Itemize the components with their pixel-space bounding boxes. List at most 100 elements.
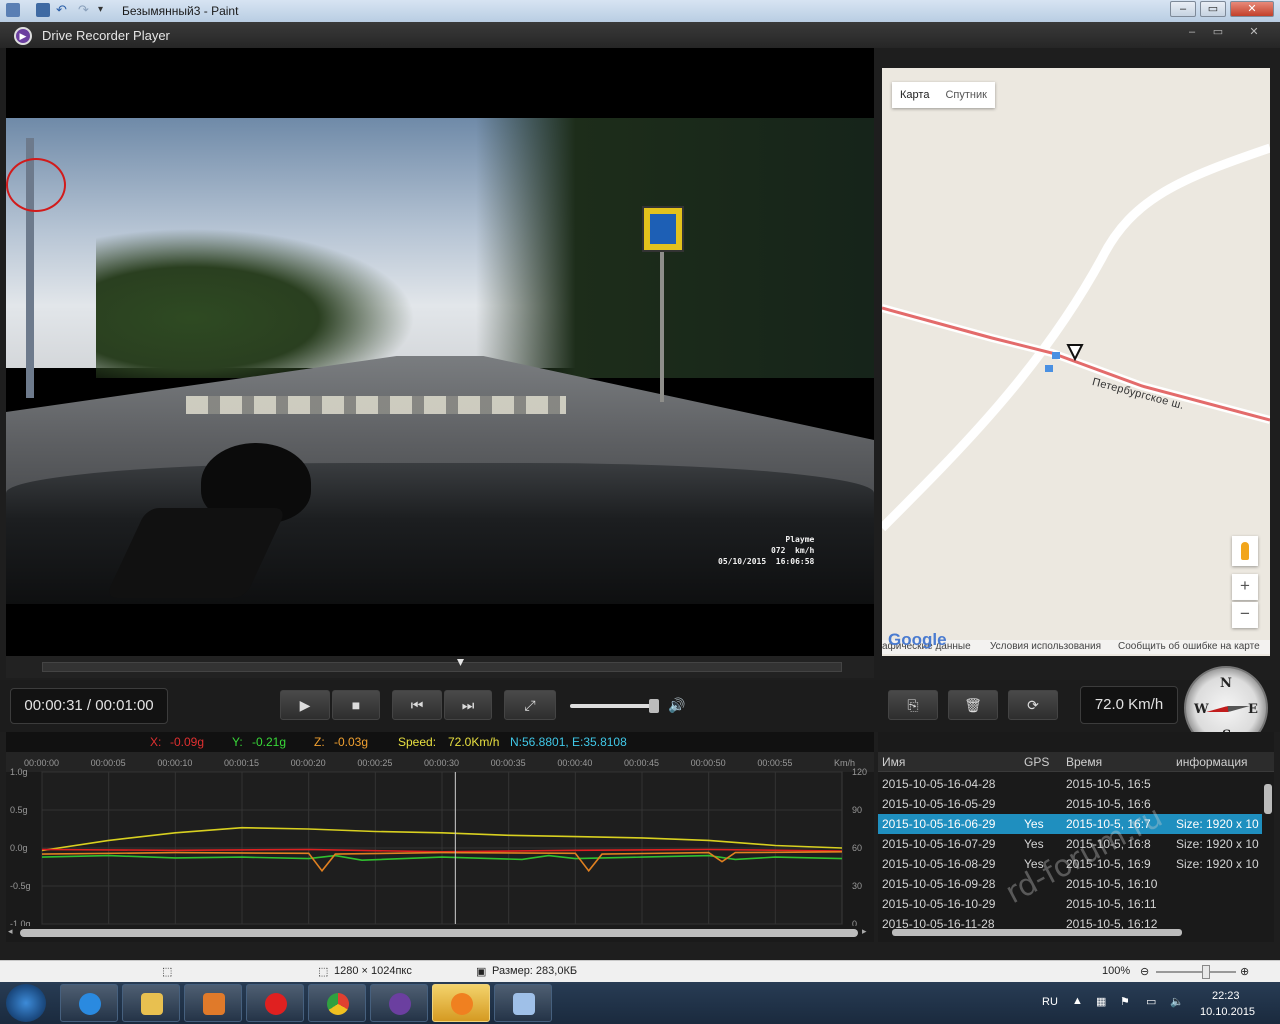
folder-icon — [141, 993, 163, 1015]
volume-knob[interactable] — [649, 699, 659, 713]
taskbar-weather[interactable] — [432, 984, 490, 1022]
file-name: 2015-10-05-16-06-29 — [882, 817, 996, 831]
file-row[interactable]: 2015-10-05-16-04-28 2015-10-5, 16:5 — [878, 774, 1262, 794]
export-icon: ⎘ — [907, 697, 919, 713]
osd-speed: 072 km/h — [770, 546, 815, 555]
compass-needle-icon — [1206, 703, 1250, 715]
clock-time[interactable]: 22:23 — [1212, 990, 1240, 1002]
language-indicator[interactable]: RU — [1042, 996, 1058, 1008]
file-list-vscroll[interactable] — [1262, 772, 1274, 922]
stop-button[interactable]: ■ — [332, 690, 380, 720]
map-view[interactable]: Петербургское ш. Карта Спутник + − афиче… — [882, 68, 1270, 656]
redo-icon[interactable]: ↷ — [78, 3, 92, 17]
app-maximize-button[interactable]: ▭ — [1208, 25, 1228, 39]
paint-maximize-button[interactable]: ▭ — [1200, 1, 1226, 17]
chart-x-tick: 00:00:10 — [157, 758, 192, 768]
taskbar-media-player[interactable] — [184, 984, 242, 1022]
flag-icon[interactable]: ⚑ — [1120, 995, 1130, 1008]
tab-satellite[interactable]: Спутник — [937, 82, 994, 108]
taskbar-chrome[interactable] — [308, 984, 366, 1022]
play-button[interactable]: ▶ — [280, 690, 330, 720]
taskbar-drive-recorder[interactable] — [370, 984, 428, 1022]
app-minimize-button[interactable]: – — [1182, 25, 1202, 39]
file-list: Имя GPS Время информация 2015-10-05-16-0… — [878, 732, 1274, 942]
chart-x-tick: 00:00:50 — [691, 758, 726, 768]
zoom-level: 100% — [1102, 965, 1131, 977]
sensor-speed-label: Speed: — [398, 735, 437, 749]
file-list-vscroll-thumb[interactable] — [1264, 784, 1272, 814]
tray-expand-icon[interactable]: ▲ — [1072, 995, 1083, 1007]
chart-scrollbar[interactable]: ◂ ▸ — [6, 926, 874, 940]
chart-x-tick: 00:00:15 — [224, 758, 259, 768]
save-icon[interactable] — [36, 3, 50, 17]
file-name: 2015-10-05-16-04-28 — [882, 777, 996, 791]
paint-title-bar: ↶ ↷ ▾ Безымянный3 - Paint – ▭ ✕ — [0, 0, 1280, 22]
undo-icon[interactable]: ↶ — [56, 3, 70, 17]
file-row[interactable]: 2015-10-05-16-06-29 Yes 2015-10-5, 16:7 Siz… — [878, 814, 1262, 834]
tab-map[interactable]: Карта — [892, 82, 937, 108]
video-player[interactable]: Playme 072 km/h 05/10/2015 16:06:58 — [6, 48, 874, 656]
file-row[interactable]: 2015-10-05-16-05-29 2015-10-5, 16:6 — [878, 794, 1262, 814]
chart-left-tick: 0.5g — [10, 805, 28, 815]
chart-x-tick: 00:00:00 — [24, 758, 59, 768]
delete-button[interactable]: 🗑 — [948, 690, 998, 720]
quick-access-dropdown-icon[interactable]: ▾ — [98, 3, 112, 17]
time-display: 00:00:31 / 00:01:00 — [10, 688, 168, 724]
volume-slider[interactable] — [570, 704, 658, 708]
map-zoom-out-button[interactable]: − — [1232, 602, 1258, 628]
fullscreen-button[interactable]: ⤢ — [504, 690, 556, 720]
map-zoom-in-button[interactable]: + — [1232, 574, 1258, 600]
seek-bar[interactable] — [6, 656, 874, 678]
paint-app-icon[interactable] — [6, 3, 20, 17]
clock-date[interactable]: 10.10.2015 — [1200, 1006, 1255, 1018]
zoom-out-button[interactable]: ⊖ — [1140, 965, 1149, 978]
column-info[interactable]: информация — [1176, 755, 1248, 769]
compass-e: E — [1248, 702, 1258, 717]
app-close-button[interactable]: ✕ — [1244, 25, 1264, 39]
file-time: 2015-10-5, 16:11 — [1066, 897, 1157, 911]
paint-minimize-button[interactable]: – — [1170, 1, 1196, 17]
chart-scroll-thumb[interactable] — [20, 929, 858, 937]
zoom-slider-knob[interactable] — [1202, 965, 1210, 979]
video-osd: Playme 072 km/h 05/10/2015 16:06:58 — [718, 534, 814, 567]
next-button[interactable]: ⏭ — [444, 690, 492, 720]
volume-icon[interactable]: 🔊 — [668, 697, 685, 714]
export-button[interactable]: ⎘ — [888, 690, 938, 720]
taskbar-explorer[interactable] — [122, 984, 180, 1022]
google-logo: Google — [888, 630, 947, 649]
paint-window-title: Безымянный3 - Paint — [122, 4, 239, 18]
file-list-hscroll[interactable] — [878, 926, 1262, 938]
file-row[interactable]: 2015-10-05-16-10-29 2015-10-5, 16:11 — [878, 894, 1262, 914]
paint-status-bar: ⬚ ⬚ 1280 × 1024пкс ▣ Размер: 283,0КБ 100… — [0, 960, 1280, 982]
map-footer-terms[interactable]: Условия использования — [990, 641, 1101, 652]
chart-right-tick: 120 — [852, 767, 867, 777]
file-list-hscroll-thumb[interactable] — [892, 929, 1182, 936]
taskbar-yandex[interactable] — [246, 984, 304, 1022]
file-row[interactable]: 2015-10-05-16-09-28 2015-10-5, 16:10 — [878, 874, 1262, 894]
start-button[interactable] — [6, 984, 46, 1022]
previous-button[interactable]: ⏮ — [392, 690, 442, 720]
file-row[interactable]: 2015-10-05-16-07-29 Yes 2015-10-5, 16:8 Siz… — [878, 834, 1262, 854]
taskbar-paint[interactable] — [494, 984, 552, 1022]
taskbar-ie[interactable] — [60, 984, 118, 1022]
chart-scroll-left-icon[interactable]: ◂ — [8, 926, 13, 937]
sensor-chart[interactable]: 00:00:00 00:00:05 00:00:10 00:00:15 00:00:20… — [6, 752, 874, 942]
battery-icon[interactable]: ▭ — [1146, 995, 1156, 1008]
file-gps: Yes — [1024, 817, 1044, 831]
refresh-button[interactable]: ⟳ — [1008, 690, 1058, 720]
windows-taskbar: RU ▲ ▦ ⚑ ▭ 🔈 22:23 10.10.2015 — [0, 982, 1280, 1024]
network-icon[interactable]: ▦ — [1096, 995, 1106, 1008]
speaker-icon[interactable]: 🔈 — [1170, 995, 1184, 1008]
paint-close-button[interactable]: ✕ — [1230, 1, 1274, 17]
street-view-pegman-icon[interactable] — [1232, 536, 1258, 566]
column-time[interactable]: Время — [1066, 755, 1102, 769]
zoom-slider[interactable] — [1156, 971, 1236, 973]
seek-track[interactable] — [42, 662, 842, 672]
chart-scroll-right-icon[interactable]: ▸ — [862, 926, 867, 937]
file-row[interactable]: 2015-10-05-16-08-29 Yes 2015-10-5, 16:9 Siz… — [878, 854, 1262, 874]
column-name[interactable]: Имя — [882, 755, 905, 769]
play-icon: ▶ — [299, 697, 311, 713]
column-gps[interactable]: GPS — [1024, 755, 1049, 769]
map-footer-report[interactable]: Сообщить об ошибке на карте — [1118, 641, 1260, 652]
zoom-in-button[interactable]: ⊕ — [1240, 965, 1249, 978]
